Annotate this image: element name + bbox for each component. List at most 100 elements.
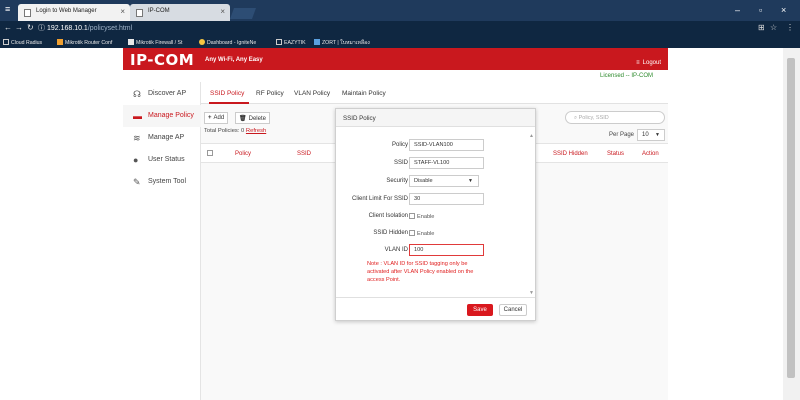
cancel-button[interactable]: Cancel: [499, 304, 527, 316]
bookmark-item[interactable]: Dashboard - IgniteNe: [199, 39, 256, 46]
active-tab-indicator: [209, 102, 249, 104]
ipcom-logo: IP-COM: [130, 51, 195, 69]
url-host: 192.168.10.1: [46, 25, 88, 32]
new-tab-button[interactable]: [229, 8, 257, 19]
bookmarks-bar: Cloud Radius Mikrotik Router Conf Mikrot…: [0, 36, 800, 48]
wrench-icon: ✎: [133, 177, 141, 187]
client-isolation-checkbox[interactable]: Enable: [409, 213, 434, 220]
select-all-checkbox[interactable]: [207, 150, 213, 156]
save-button[interactable]: Save: [467, 304, 493, 316]
minimize-icon[interactable]: –: [735, 5, 740, 15]
sidebar: ☊ Discover AP ▬ Manage Policy ≋ Manage A…: [123, 82, 201, 400]
mikrotik-icon: [57, 39, 63, 45]
page-icon: [276, 39, 282, 45]
column-ssid-hidden[interactable]: SSID Hidden: [553, 151, 588, 157]
reload-icon[interactable]: ↻: [27, 23, 34, 32]
delete-label: Delete: [248, 116, 266, 122]
client-limit-label: Client Limit For SSID: [351, 196, 408, 202]
ssid-field[interactable]: STAFF-VL100: [409, 157, 484, 169]
browser-more-icon[interactable]: ⋮: [786, 23, 794, 32]
policy-field[interactable]: SSID-VLAN100: [409, 139, 484, 151]
delete-button[interactable]: 🗑 Delete: [235, 112, 270, 124]
browser-tab-title: IP-COM: [148, 8, 170, 14]
column-policy[interactable]: Policy: [235, 151, 251, 157]
add-label: Add: [213, 115, 225, 121]
sidebar-item-manage-policy[interactable]: ▬ Manage Policy: [123, 105, 201, 127]
close-tab-icon[interactable]: ×: [220, 7, 225, 16]
sidebar-item-label: User Status: [148, 156, 185, 163]
search-input[interactable]: ⌕ Policy, SSID: [565, 111, 665, 124]
tagline: Any Wi-Fi, Any Easy: [205, 57, 263, 63]
close-tab-icon[interactable]: ×: [120, 7, 125, 16]
wifi-search-icon: ☊: [133, 89, 141, 99]
scroll-up-icon[interactable]: ▲: [529, 133, 534, 139]
column-action[interactable]: Action: [642, 151, 659, 157]
bookmark-item[interactable]: ZORT | ใบหมาเหลือง: [314, 39, 370, 47]
scrollbar-thumb[interactable]: [787, 58, 795, 378]
dialog-scrollbar[interactable]: ▲ ▼: [529, 133, 534, 296]
refresh-link[interactable]: Refresh: [246, 128, 266, 134]
bookmark-star-icon[interactable]: ☆: [770, 23, 777, 32]
vlan-id-field[interactable]: 100: [409, 244, 484, 256]
url-path: /policyset.html: [87, 25, 133, 32]
page-icon: [24, 9, 31, 17]
sidebar-item-discover-ap[interactable]: ☊ Discover AP: [123, 83, 201, 105]
security-value: Disable: [414, 178, 433, 184]
translate-icon[interactable]: ⊞: [758, 23, 765, 32]
bookmark-item[interactable]: Mikrotik Firewall / St: [128, 39, 182, 46]
back-icon[interactable]: ←: [4, 23, 12, 32]
sidebar-item-label: Manage Policy: [148, 112, 194, 119]
browser-navbar: ← → ↻ ⓘ 192.168.10.1/policyset.html ⊞ ☆ …: [0, 21, 800, 36]
security-select[interactable]: Disable ▼: [409, 175, 479, 187]
per-page-select[interactable]: 10 ▼: [637, 129, 665, 141]
bookmark-item[interactable]: Mikrotik Router Conf: [57, 39, 112, 46]
info-icon: ⓘ: [38, 25, 45, 32]
ssid-hidden-checkbox[interactable]: Enable: [409, 230, 434, 237]
menu-icon: ≡: [636, 60, 640, 66]
tab-vlan-policy[interactable]: VLAN Policy: [294, 90, 330, 97]
vlan-note: Note : VLAN ID for SSID tagging only be …: [367, 261, 474, 283]
maximize-icon[interactable]: ▫: [759, 5, 762, 15]
bookmark-item[interactable]: EAZYTIK: [276, 39, 306, 46]
logout-link[interactable]: ≡ Logout: [636, 60, 661, 66]
add-button[interactable]: + Add: [204, 112, 229, 124]
total-label: Total Policies: 0: [204, 128, 245, 134]
license-status: Licensed -- IP-COM: [600, 73, 654, 79]
browser-tab-ipcom[interactable]: IP-COM ×: [130, 4, 230, 21]
client-limit-field[interactable]: 30: [409, 193, 484, 205]
header-banner: IP-COM Any Wi-Fi, Any Easy ≡ Logout: [123, 48, 668, 70]
ssid-policy-dialog: SSID Policy ▲ ▼ Policy SSID-VLAN100 SSID…: [335, 108, 536, 321]
address-bar[interactable]: ⓘ 192.168.10.1/policyset.html: [38, 23, 132, 34]
column-status[interactable]: Status: [607, 151, 624, 157]
mikrotik-icon: [128, 39, 134, 45]
sidebar-item-user-status[interactable]: ● User Status: [123, 149, 201, 171]
ssid-hidden-label: SSID Hidden: [373, 230, 408, 236]
forward-icon[interactable]: →: [15, 23, 23, 32]
scroll-down-icon[interactable]: ▼: [529, 290, 534, 296]
sidebar-item-label: Discover AP: [148, 90, 187, 97]
tab-maintain-policy[interactable]: Maintain Policy: [342, 90, 386, 97]
dialog-title: SSID Policy: [336, 109, 535, 127]
browser-tab-login[interactable]: Login to Web Manager ×: [18, 4, 130, 21]
close-window-icon[interactable]: ×: [781, 5, 786, 15]
tab-ssid-policy[interactable]: SSID Policy: [210, 90, 244, 97]
dialog-footer-divider: [336, 297, 535, 298]
tab-rf-policy[interactable]: RF Policy: [256, 90, 284, 97]
sidebar-item-manage-ap[interactable]: ≋ Manage AP: [123, 127, 201, 149]
sidebar-item-system-tool[interactable]: ✎ System Tool: [123, 171, 201, 193]
ignitenet-icon: [199, 39, 205, 45]
column-ssid[interactable]: SSID: [297, 151, 311, 157]
wifi-icon: ≋: [133, 133, 141, 143]
bookmark-label: Mikrotik Firewall / St: [136, 40, 183, 46]
bookmark-item[interactable]: Cloud Radius: [3, 39, 42, 46]
bookmark-label: ZORT | ใบหมาเหลือง: [322, 40, 370, 46]
browser-tabstrip: ≡ Login to Web Manager × IP-COM × – ▫ ×: [0, 0, 800, 21]
total-policies: Total Policies: 0 Refresh: [204, 128, 266, 134]
search-placeholder: Policy, SSID: [578, 115, 609, 121]
bookmark-label: EAZYTIK: [284, 40, 306, 46]
bookmark-label: Dashboard - IgniteNe: [207, 40, 257, 46]
bookmark-label: Cloud Radius: [11, 40, 43, 46]
browser-menu-icon[interactable]: ≡: [5, 4, 10, 14]
page-scrollbar[interactable]: [783, 48, 800, 400]
vlan-id-label: VLAN ID: [384, 247, 408, 253]
